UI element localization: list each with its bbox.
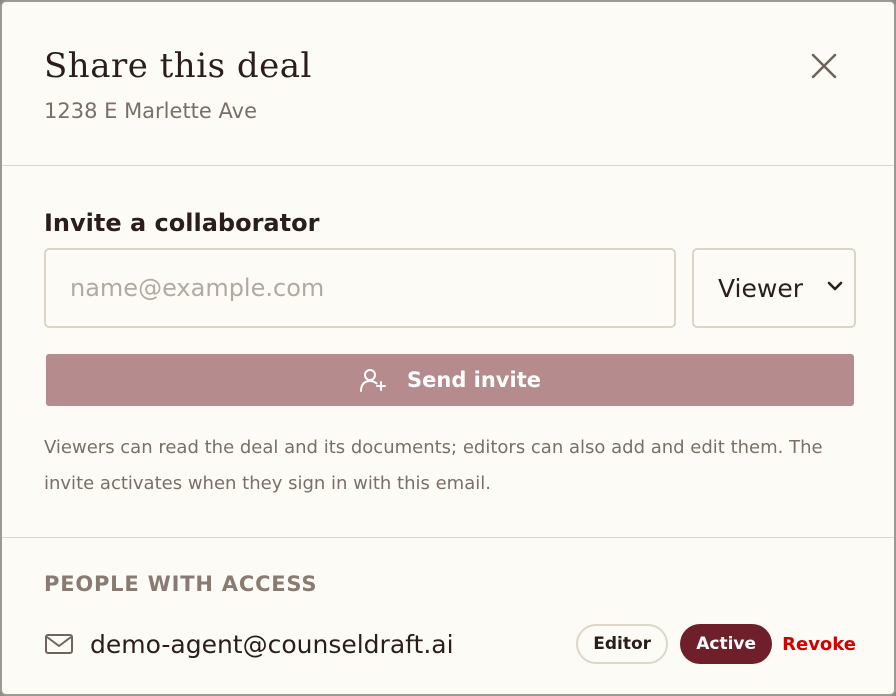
member-email: demo-agent@counseldraft.ai <box>90 629 454 659</box>
email-input[interactable] <box>44 248 676 328</box>
close-icon <box>811 53 837 79</box>
role-select[interactable]: Viewer <box>692 248 856 328</box>
invite-help-text: Viewers can read the deal and its docume… <box>44 437 823 494</box>
dialog-title: Share this deal <box>44 46 312 86</box>
access-section: PEOPLE WITH ACCESS demo-agent@counseldra… <box>2 538 894 694</box>
dialog-header: Share this deal 1238 E Marlette Ave <box>2 2 894 166</box>
close-button[interactable] <box>806 48 842 84</box>
role-select-value: Viewer <box>718 273 803 303</box>
invite-section: Invite a collaborator Viewer Send invite… <box>2 166 894 538</box>
member-status-badge: Active <box>680 624 773 664</box>
invite-heading: Invite a collaborator <box>44 209 320 237</box>
share-deal-dialog: Share this deal 1238 E Marlette Ave Invi… <box>0 0 896 696</box>
chevron-down-icon <box>827 281 843 291</box>
member-row: demo-agent@counseldraft.ai Editor Active… <box>44 622 856 666</box>
deal-address: 1238 E Marlette Ave <box>44 99 257 123</box>
send-invite-button[interactable]: Send invite <box>46 354 854 406</box>
member-role-badge: Editor <box>576 624 669 664</box>
revoke-button[interactable]: Revoke <box>782 634 856 655</box>
mail-icon <box>45 634 73 654</box>
user-plus-icon <box>360 369 386 392</box>
access-heading: PEOPLE WITH ACCESS <box>44 572 318 596</box>
send-invite-label: Send invite <box>407 368 541 392</box>
